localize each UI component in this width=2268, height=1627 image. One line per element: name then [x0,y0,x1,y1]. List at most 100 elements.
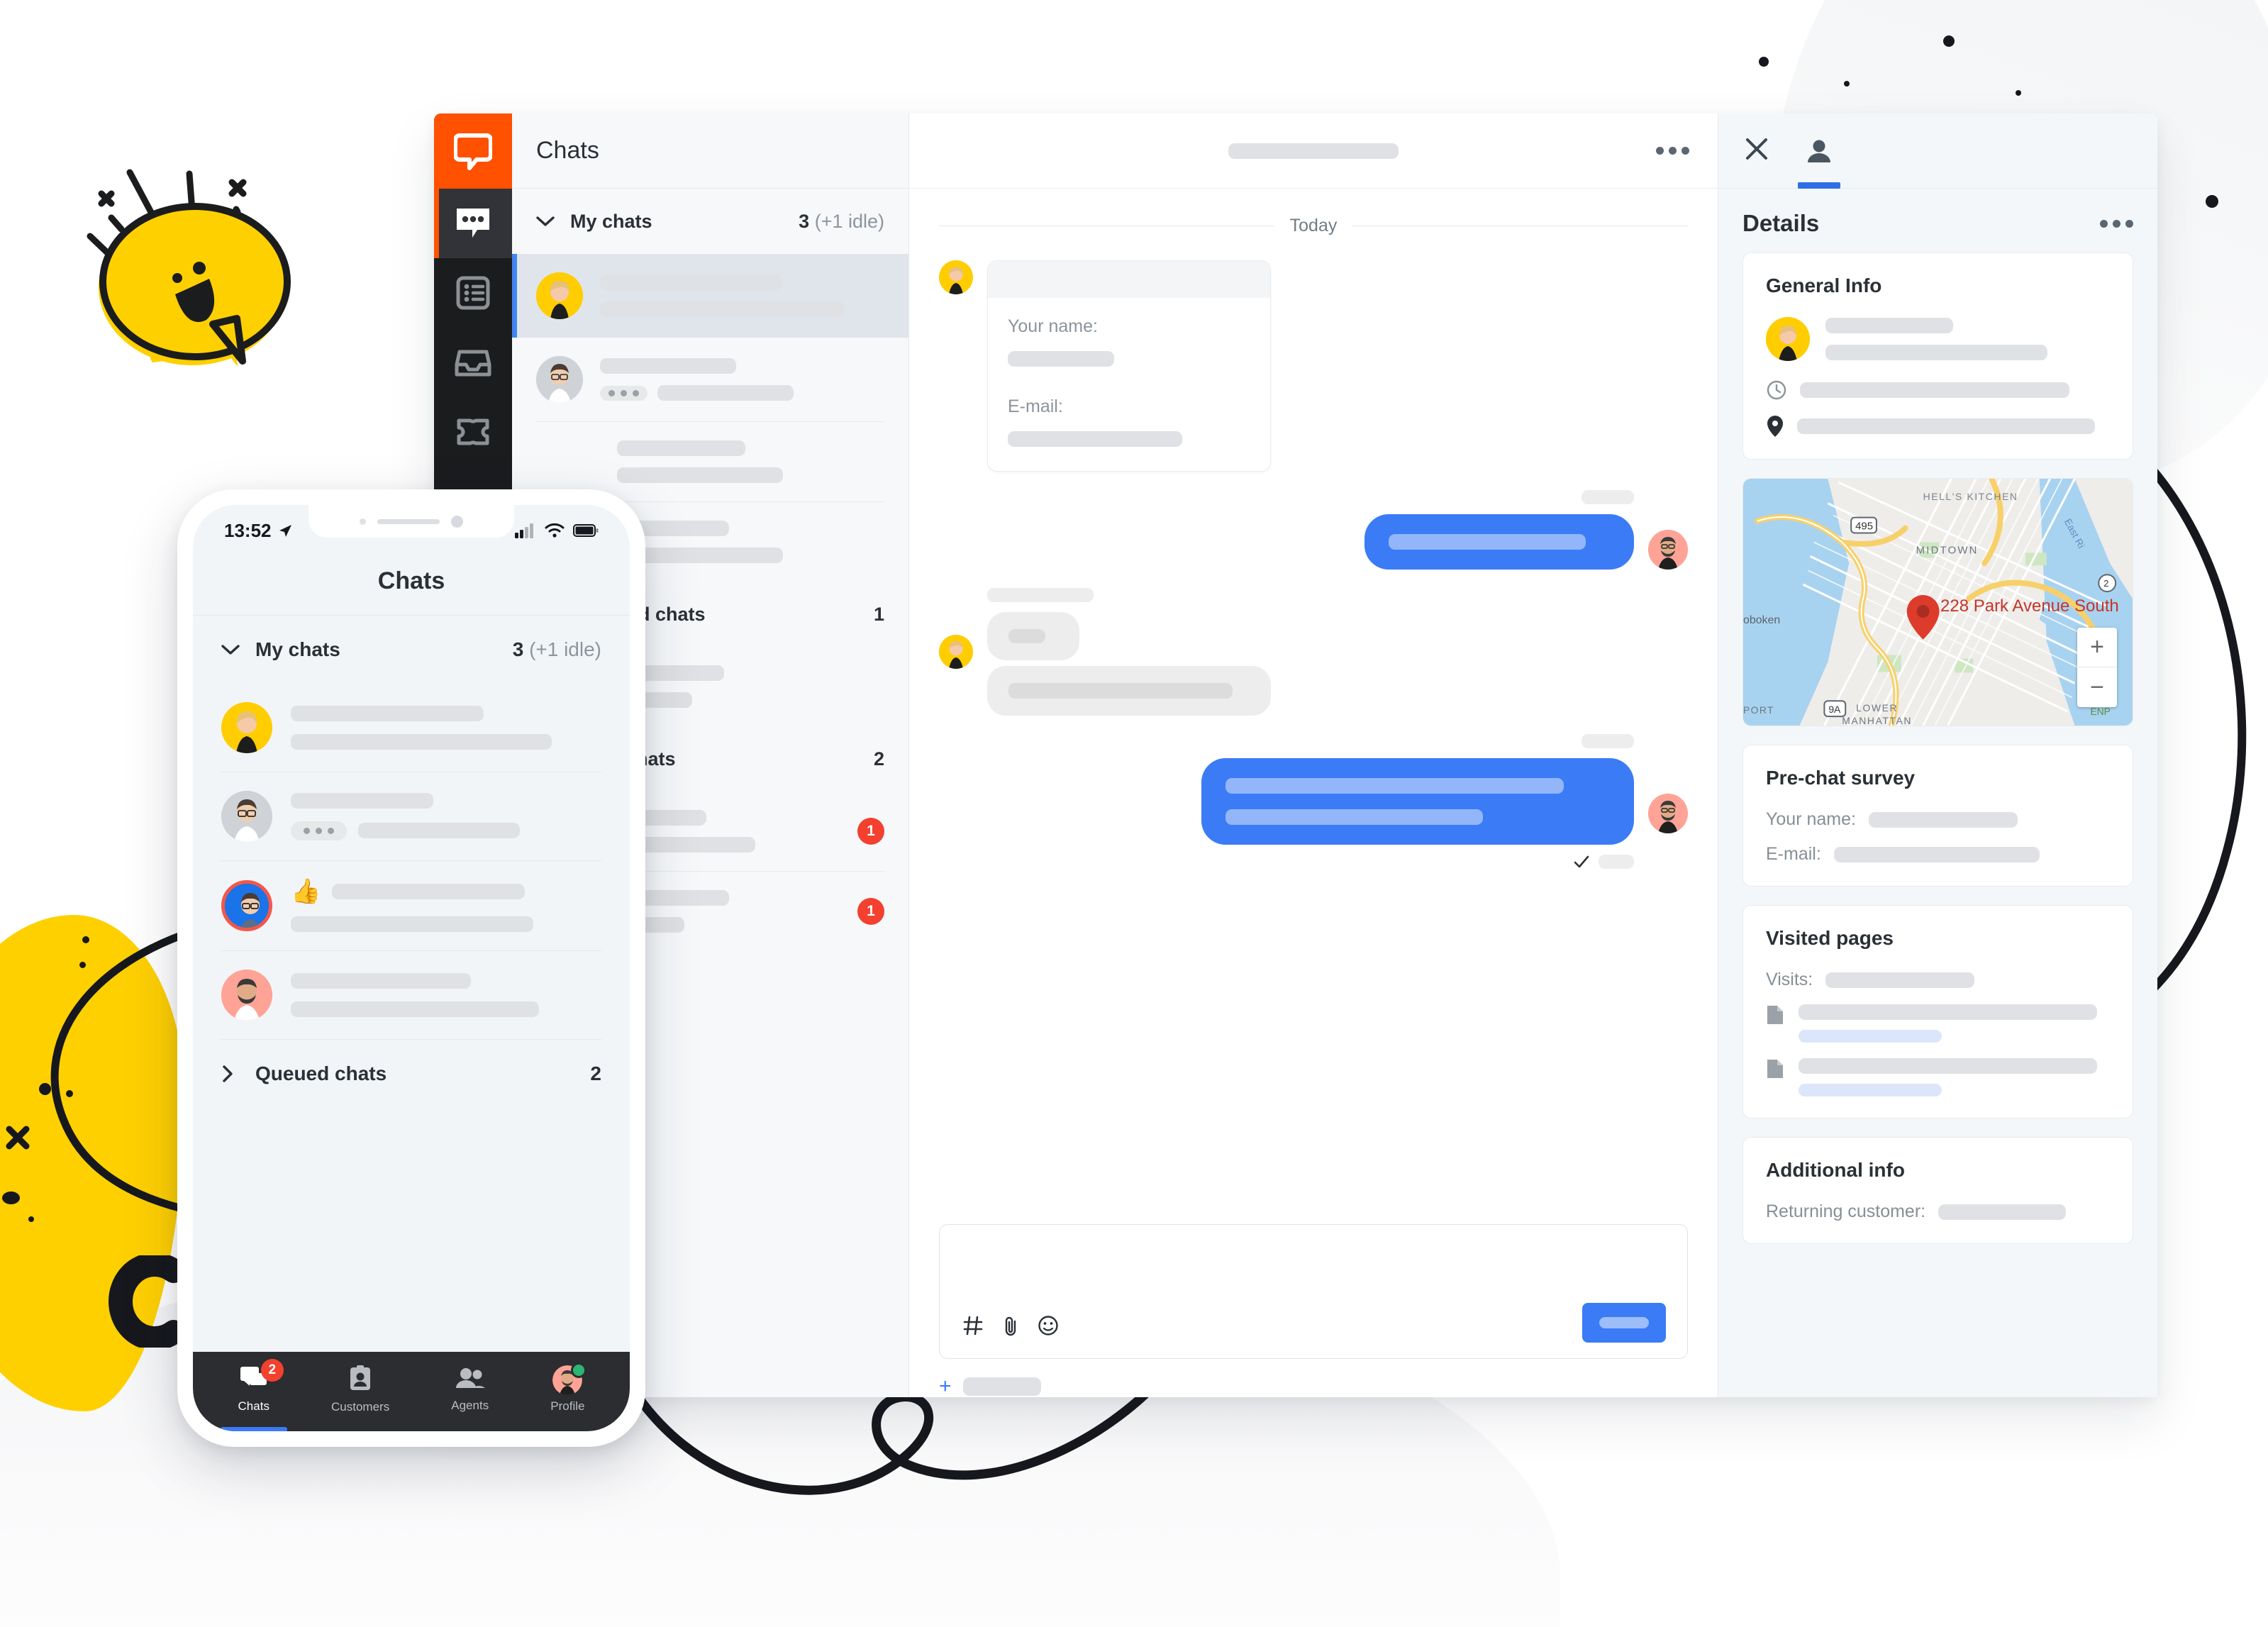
location-arrow-icon [279,525,291,537]
phone-list-item[interactable] [193,684,630,772]
message-input[interactable] [939,1224,1688,1359]
conversation-panel: Today Your name: E-mail: + [909,113,1718,1397]
sidebar-item-chats[interactable] [434,189,512,258]
tickets-inbox-icon [455,350,491,377]
card-title: General Info [1766,274,1882,296]
app-logo[interactable] [434,113,512,189]
field-label: Visits: [1766,970,1813,989]
prechat-email-label: E-mail: [1008,396,1063,416]
tab-customer-details[interactable] [1798,113,1840,189]
tab-agents[interactable]: Agents [451,1367,489,1413]
list-item[interactable] [512,254,908,338]
message-timestamp-placeholder [1582,734,1634,748]
group-label: My chats [570,210,652,232]
chat-group-my-chats[interactable]: My chats 3 (+1 idle) [512,189,908,254]
group-label: chats [626,748,676,770]
paperclip-icon[interactable] [1001,1315,1021,1340]
avatar [1648,794,1688,833]
group-count: 3 [512,638,524,660]
returning-customer-row: Returning customer: [1766,1201,2110,1222]
phone-list-item-text [291,792,601,840]
decor-dot [1759,57,1769,67]
phone-page-title: Chats [193,556,630,616]
sidebar-item-inbox[interactable] [434,328,512,397]
svg-text:MIDTOWN: MIDTOWN [1916,545,1979,556]
visited-page-item[interactable] [1766,1058,2110,1096]
ellipsis-icon[interactable] [2100,219,2133,228]
prechat-survey-bubble: Your name: E-mail: [987,260,1271,472]
phone-list-item[interactable] [193,772,630,860]
decor-dot [1844,81,1850,87]
phone-list-item[interactable] [193,951,630,1039]
details-tabs [1718,113,2157,189]
unread-badge: 1 [857,818,884,845]
avatar [221,791,272,842]
composer-wrapper [909,1224,1718,1365]
field-label: Your name: [1766,809,1856,829]
tab-chats[interactable]: 2 Chats [220,1358,288,1431]
card-additional-info: Additional info Returning customer: [1742,1137,2133,1244]
message-row-incoming: Your name: E-mail: [939,260,1688,472]
details-panel: Details General Info HELL'S KITCHEN MIDT… [1718,113,2157,1397]
customer-name-placeholder [1825,318,2110,360]
general-info-location-row [1766,415,2110,438]
prechat-name-row: Your name: [1766,809,2110,830]
phone-notch [308,505,514,538]
person-icon [1808,140,1830,162]
phone-group-queued-chats[interactable]: Queued chats 2 [193,1040,630,1108]
phone-list-item[interactable]: 👍 [193,861,630,950]
group-label: My chats [255,638,340,660]
message-row-incoming [939,588,1688,716]
emoji-icon[interactable] [1038,1315,1059,1340]
sidebar-item-archives[interactable] [434,258,512,328]
avatar [536,272,583,319]
date-separator: Today [939,216,1688,236]
ticket-stub-icon [457,418,489,445]
phone-mockup: 13:52 Chats My chats 3 (+1 idle) 👍 Queue… [177,489,645,1447]
page-icon [1767,1006,1783,1024]
field-label: Returning customer: [1766,1201,1926,1221]
list-item-text [617,810,840,853]
sidebar-item-ticket[interactable] [434,397,512,467]
typing-indicator [600,385,647,401]
svg-text:HELL'S KITCHEN: HELL'S KITCHEN [1923,491,2018,502]
details-title: Details [1742,210,1820,236]
svg-text:ENP: ENP [2090,706,2111,717]
map-zoom-in-button[interactable]: + [2077,628,2117,667]
close-icon[interactable] [1742,135,1771,167]
cellular-signal-icon [515,523,533,538]
composer-footer-placeholder [962,1377,1041,1396]
tab-customers[interactable]: Customers [331,1365,389,1414]
tab-profile[interactable]: Profile [550,1362,587,1414]
svg-text:oboken: oboken [1743,614,1780,626]
map-address-label: 228 Park Avenue South [1940,596,2119,616]
customer-identity-row [1766,317,2110,361]
send-button[interactable] [1582,1303,1666,1343]
message-bubble-incoming [987,666,1271,716]
customer-location-map[interactable]: HELL'S KITCHEN MIDTOWN LOWER MANHATTAN o… [1742,478,2133,726]
plus-icon[interactable]: + [939,1376,952,1397]
hash-icon[interactable] [962,1315,984,1340]
list-item-text [617,440,884,483]
avatar [536,356,583,403]
ellipsis-icon[interactable] [1656,147,1689,155]
date-separator-label: Today [1289,216,1338,235]
status-time: 13:52 [224,519,272,541]
map-zoom-controls[interactable]: + − [2077,628,2117,707]
prechat-name-label: Your name: [1008,316,1098,336]
group-label: Queued chats [255,1062,387,1084]
details-header: Details [1718,189,2157,252]
svg-text:9A: 9A [1828,704,1841,715]
phone-group-my-chats[interactable]: My chats 3 (+1 idle) [193,616,630,684]
message-timestamp-placeholder [1582,490,1634,504]
map-zoom-out-button[interactable]: − [2077,667,2117,707]
card-title: Visited pages [1766,927,1894,949]
composer-footer: + [909,1365,1718,1397]
svg-text:PORT: PORT [1743,704,1774,716]
desktop-app-window: Chats My chats 3 (+1 idle) sed chats 1 c… [434,113,2157,1397]
list-item[interactable] [512,338,908,421]
visited-page-item[interactable] [1766,1004,2110,1043]
chats-bubble-icon [457,209,489,238]
wifi-icon [545,523,565,538]
battery-icon [573,524,599,537]
